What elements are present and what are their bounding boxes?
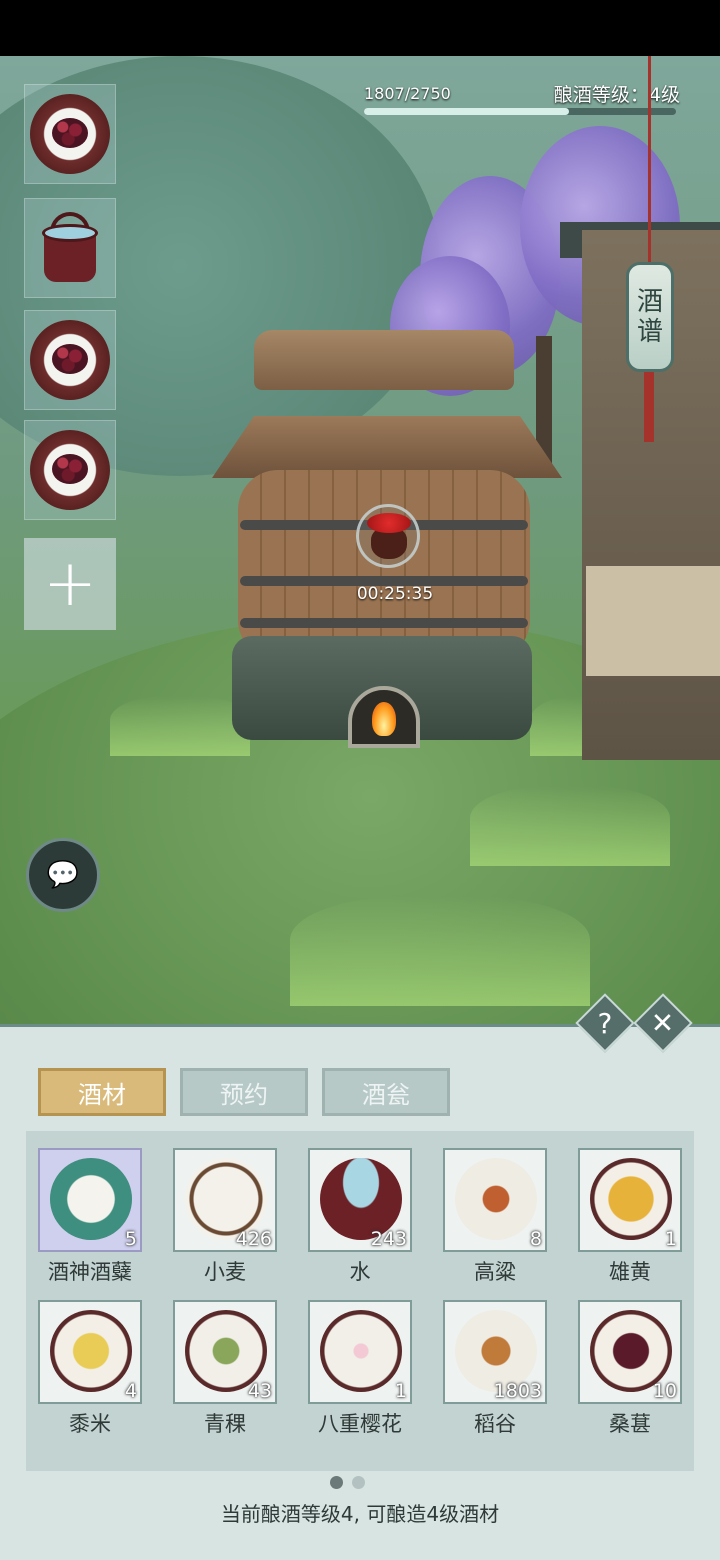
grass-tuft xyxy=(290,896,590,1006)
water-bucket-icon xyxy=(38,212,102,284)
item-count: 8 xyxy=(529,1228,542,1250)
brewing-timer: 00:25:35 xyxy=(356,584,434,604)
mulberry-icon xyxy=(30,94,110,174)
sign-rope xyxy=(648,56,651,266)
ingredient-slot-2[interactable] xyxy=(24,198,116,298)
tab-ingredients[interactable]: 酒材 xyxy=(38,1068,166,1116)
item-name: 黍米 xyxy=(69,1412,111,1436)
sorghum-icon xyxy=(455,1158,537,1240)
sakura-icon xyxy=(320,1310,402,1392)
item-name: 桑葚 xyxy=(609,1412,651,1436)
tab-wine-jars[interactable]: 酒瓮 xyxy=(322,1068,450,1116)
ingredient-item[interactable]: 5 xyxy=(38,1148,142,1252)
tab-label: 酒瓮 xyxy=(362,1080,410,1109)
realgar-icon xyxy=(590,1158,672,1240)
item-count: 1 xyxy=(664,1228,677,1250)
ingredient-item[interactable]: 8 xyxy=(443,1148,547,1252)
recipe-sign-char-1: 酒 xyxy=(636,287,663,317)
item-count: 243 xyxy=(370,1228,407,1250)
item-name: 水 xyxy=(349,1260,371,1284)
tab-label: 预约 xyxy=(220,1080,268,1109)
xp-text: 1807/2750 xyxy=(364,84,451,103)
ingredient-item[interactable]: 43 xyxy=(173,1300,277,1404)
status-bar xyxy=(0,0,720,56)
tab-label: 酒材 xyxy=(78,1080,126,1109)
sign-tassel xyxy=(644,372,654,442)
mulberry-icon xyxy=(30,430,110,510)
xp-track xyxy=(364,108,676,115)
item-count: 10 xyxy=(652,1380,677,1402)
house-porch xyxy=(586,566,720,676)
item-name: 小麦 xyxy=(204,1260,246,1284)
ingredient-item[interactable]: 243 xyxy=(308,1148,412,1252)
close-icon: ✕ xyxy=(651,1006,675,1040)
item-name: 高粱 xyxy=(474,1260,516,1284)
ingredient-slot-4[interactable] xyxy=(24,420,116,520)
ingredient-slot-1[interactable] xyxy=(24,84,116,184)
question-icon: ? xyxy=(597,1006,613,1040)
brewing-level-hint: 当前酿酒等级4, 可酿造4级酒材 xyxy=(220,1502,500,1526)
barrel-lower-roof xyxy=(212,416,562,478)
item-count: 426 xyxy=(235,1228,272,1250)
fire-icon xyxy=(372,702,396,736)
brewing-level-bar: 1807/2750 酿酒等级：4级 xyxy=(360,80,680,120)
item-count: 1803 xyxy=(493,1380,542,1402)
ingredient-item[interactable]: 10 xyxy=(578,1300,682,1404)
chat-button[interactable]: 💬 xyxy=(26,838,100,912)
xp-fill xyxy=(364,108,569,115)
ingredient-item[interactable]: 426 xyxy=(173,1148,277,1252)
item-name: 稻谷 xyxy=(474,1412,516,1436)
ingredient-slot-3[interactable] xyxy=(24,310,116,410)
mulberry-icon xyxy=(30,320,110,400)
barrel-upper-roof xyxy=(254,330,514,390)
yeast-icon xyxy=(50,1158,132,1240)
ingredient-item[interactable]: 1 xyxy=(578,1148,682,1252)
tab-reservation[interactable]: 预约 xyxy=(180,1068,308,1116)
item-name: 酒神酒糵 xyxy=(48,1260,132,1284)
add-ingredient-button[interactable]: + xyxy=(24,538,116,630)
recipe-sign-char-2: 谱 xyxy=(636,317,663,347)
ingredient-item[interactable]: 1 xyxy=(308,1300,412,1404)
chat-bubble-icon: 💬 xyxy=(46,860,80,890)
plus-icon: + xyxy=(43,547,97,621)
brewing-level-text: 酿酒等级：4级 xyxy=(553,84,680,106)
item-name: 八重樱花 xyxy=(318,1412,402,1436)
barrel-band xyxy=(240,618,528,628)
item-name: 雄黄 xyxy=(609,1260,651,1284)
brewing-product-badge[interactable] xyxy=(356,504,420,568)
page-indicator-dot xyxy=(352,1476,365,1489)
item-name: 青稞 xyxy=(204,1412,246,1436)
item-count: 1 xyxy=(394,1380,407,1402)
ingredient-item[interactable]: 1803 xyxy=(443,1300,547,1404)
item-count: 4 xyxy=(124,1380,137,1402)
grass-tuft xyxy=(110,696,250,756)
item-count: 5 xyxy=(124,1228,137,1250)
wine-jar-cap xyxy=(367,513,411,533)
millet-icon xyxy=(50,1310,132,1392)
ingredient-item[interactable]: 4 xyxy=(38,1300,142,1404)
item-count: 43 xyxy=(247,1380,272,1402)
grass-tuft xyxy=(470,786,670,866)
page-indicator-dot xyxy=(330,1476,343,1489)
recipe-book-button[interactable]: 酒 谱 xyxy=(626,262,674,372)
